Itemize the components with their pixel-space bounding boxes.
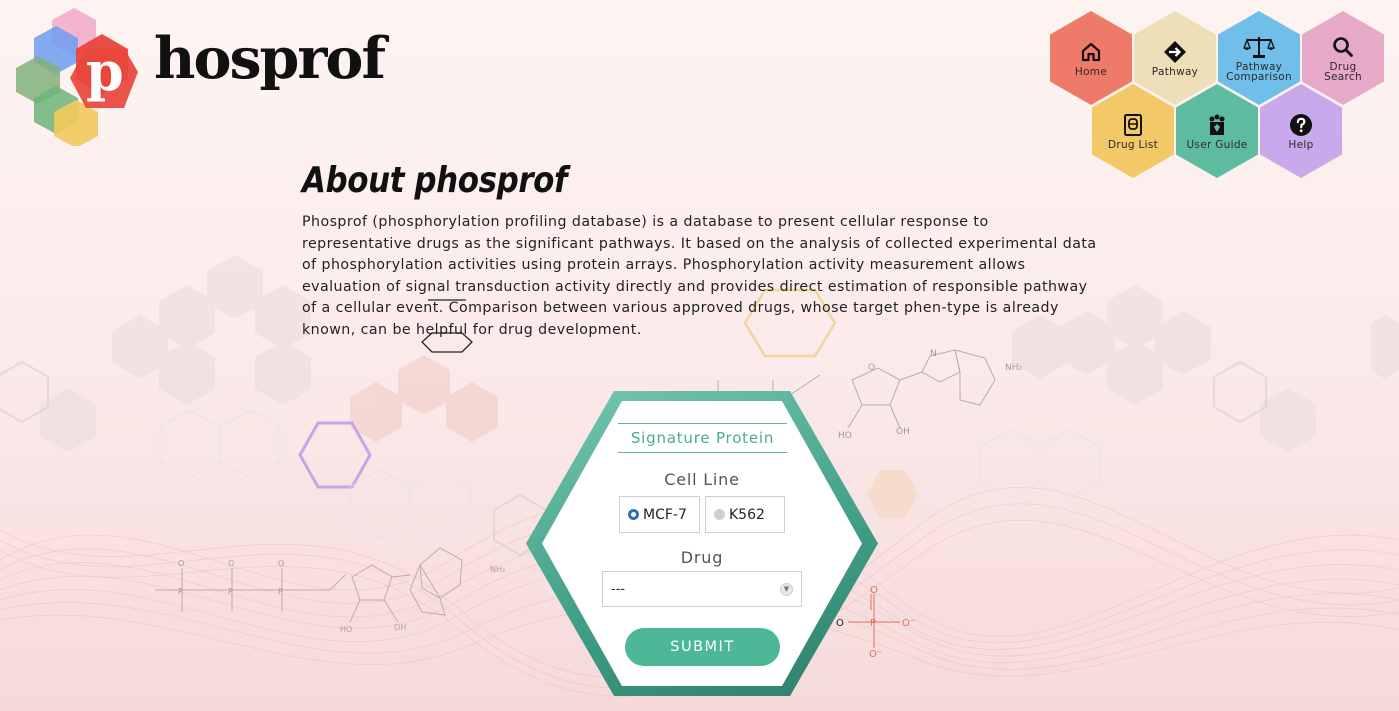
svg-text:O: O <box>278 559 284 568</box>
chevron-down-icon: ▼ <box>780 583 793 596</box>
svg-text:N: N <box>930 349 937 359</box>
svg-text:O⁻: O⁻ <box>902 618 915 629</box>
user-guide-icon <box>1209 114 1225 135</box>
scales-icon <box>1243 36 1275 58</box>
radio-selected-icon[interactable] <box>628 509 639 520</box>
svg-text:O: O <box>228 559 234 568</box>
svg-text:P: P <box>178 587 183 596</box>
svg-text:O: O <box>870 585 878 596</box>
radio-mcf7[interactable]: MCF-7 <box>619 496 700 533</box>
drug-select[interactable]: --- ▼ <box>602 571 802 607</box>
nav-pathway-comparison-label: Pathway Comparison <box>1226 60 1292 83</box>
help-icon <box>1290 113 1312 136</box>
form-title: Signature Protein <box>618 423 787 453</box>
nav-pathway-label: Pathway <box>1151 65 1199 78</box>
svg-text:OH: OH <box>394 623 406 632</box>
cell-line-label: Cell Line <box>664 470 740 489</box>
about-description: Phosprof (phosphorylation profiling data… <box>302 214 1097 338</box>
about-title: About phosprof <box>302 160 568 201</box>
pathway-arrow-icon <box>1164 40 1186 63</box>
nav-home-label: Home <box>1074 65 1108 78</box>
svg-text:P: P <box>228 587 233 596</box>
radio-k562-label: K562 <box>729 506 765 523</box>
nav-help-label: Help <box>1288 138 1314 151</box>
svg-text:O: O <box>868 363 875 373</box>
radio-k562[interactable]: K562 <box>705 496 785 533</box>
drug-list-icon <box>1124 113 1142 136</box>
svg-text:NH₂: NH₂ <box>490 565 505 574</box>
search-icon <box>1333 36 1353 57</box>
home-icon <box>1081 42 1101 61</box>
nav-drug-search-label: Drug Search <box>1324 60 1362 83</box>
radio-mcf7-label: MCF-7 <box>643 506 687 523</box>
svg-text:O⁻: O⁻ <box>869 649 882 660</box>
drug-label: Drug <box>680 548 724 567</box>
logo-initial: p <box>86 39 124 103</box>
logo-wordmark: hosprof <box>154 25 386 92</box>
svg-text:P: P <box>278 587 283 596</box>
svg-text:OH: OH <box>896 427 910 437</box>
nav-user-guide-label: User Guide <box>1186 138 1248 151</box>
drug-select-value: --- <box>611 581 626 597</box>
submit-button[interactable]: SUBMIT <box>625 628 780 666</box>
svg-text:O: O <box>178 559 184 568</box>
svg-text:HO: HO <box>838 431 852 441</box>
svg-text:O: O <box>836 618 844 629</box>
radio-unselected-icon[interactable] <box>714 509 725 520</box>
svg-text:NH₂: NH₂ <box>1005 363 1023 373</box>
svg-text:HO: HO <box>340 625 352 634</box>
phosprof-logo[interactable]: p hosprof <box>16 6 386 146</box>
svg-text:P: P <box>870 618 876 629</box>
nav-drug-list-label: Drug List <box>1107 138 1159 151</box>
